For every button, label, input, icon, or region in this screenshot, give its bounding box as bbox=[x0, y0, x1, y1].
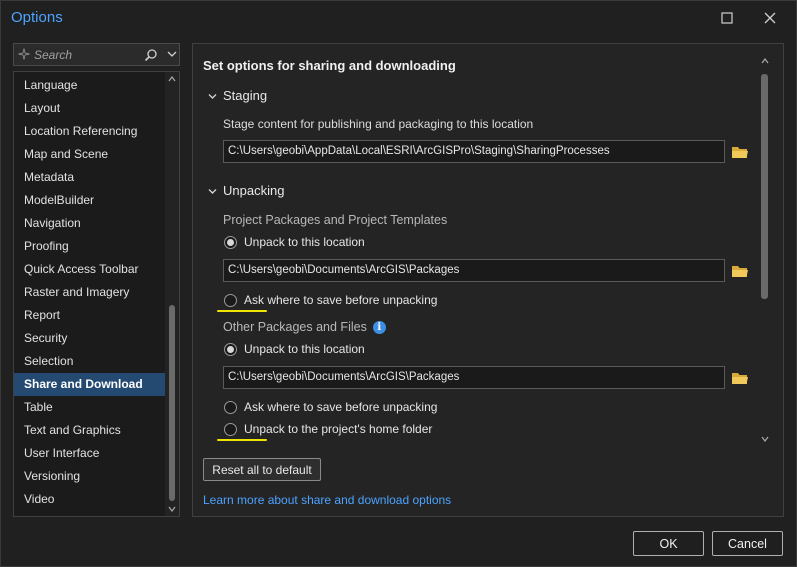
sidebar-scrollbar[interactable] bbox=[165, 72, 179, 516]
dialog-title: Options bbox=[11, 9, 63, 26]
sidebar-item-proofing[interactable]: Proofing bbox=[14, 235, 165, 258]
chevron-down-icon bbox=[208, 94, 217, 100]
scroll-down-icon[interactable] bbox=[168, 506, 176, 512]
ok-button[interactable]: OK bbox=[633, 531, 704, 556]
scroll-up-icon[interactable] bbox=[168, 76, 176, 82]
scroll-up-icon[interactable] bbox=[761, 58, 769, 64]
folder-icon[interactable] bbox=[731, 371, 749, 385]
other-home-folder-radio[interactable]: Unpack to the project's home folder bbox=[224, 421, 432, 437]
scroll-down-icon[interactable] bbox=[761, 436, 769, 442]
sidebar-item-selection[interactable]: Selection bbox=[14, 350, 165, 373]
search-icon[interactable] bbox=[144, 48, 158, 62]
radio-unselected[interactable] bbox=[224, 293, 237, 307]
unpacking-section-header[interactable]: Unpacking bbox=[208, 183, 284, 198]
maximize-button[interactable] bbox=[710, 5, 744, 31]
options-dialog: Options Language Layout Location Referen… bbox=[0, 0, 797, 567]
chevron-down-icon bbox=[208, 189, 217, 195]
search-input[interactable] bbox=[34, 46, 144, 63]
panel-scrollbar[interactable] bbox=[759, 56, 771, 446]
sidebar-item-map-and-scene[interactable]: Map and Scene bbox=[14, 143, 165, 166]
learn-more-link[interactable]: Learn more about share and download opti… bbox=[203, 493, 451, 507]
maximize-icon bbox=[721, 12, 733, 24]
sidebar-item-layout[interactable]: Layout bbox=[14, 97, 165, 120]
sidebar-item-raster-and-imagery[interactable]: Raster and Imagery bbox=[14, 281, 165, 304]
sidebar-item-text-and-graphics[interactable]: Text and Graphics bbox=[14, 419, 165, 442]
radio-unselected[interactable] bbox=[224, 422, 237, 436]
other-packages-label: Other Packages and Files i bbox=[223, 320, 386, 334]
highlight-underline bbox=[217, 439, 267, 441]
reset-all-button[interactable]: Reset all to default bbox=[203, 458, 321, 481]
cancel-button[interactable]: Cancel bbox=[712, 531, 783, 556]
project-packages-label: Project Packages and Project Templates bbox=[223, 213, 448, 227]
other-packages-label-text: Other Packages and Files bbox=[223, 320, 367, 334]
sidebar-item-location-referencing[interactable]: Location Referencing bbox=[14, 120, 165, 143]
staging-path-input[interactable]: C:\Users\geobi\AppData\Local\ESRI\ArcGIS… bbox=[223, 140, 725, 163]
staging-header-label: Staging bbox=[223, 88, 268, 103]
sidebar-item-language[interactable]: Language bbox=[14, 74, 165, 97]
options-panel: Set options for sharing and downloading … bbox=[192, 43, 784, 517]
other-ask-where-radio[interactable]: Ask where to save before unpacking bbox=[224, 399, 437, 415]
radio-label: Unpack to this location bbox=[244, 235, 365, 249]
close-icon bbox=[764, 12, 776, 24]
sidebar-item-user-interface[interactable]: User Interface bbox=[14, 442, 165, 465]
sparkle-icon bbox=[18, 48, 30, 60]
project-unpack-location-radio[interactable]: Unpack to this location bbox=[224, 234, 365, 250]
highlight-underline bbox=[217, 310, 267, 312]
staging-description: Stage content for publishing and packagi… bbox=[223, 117, 534, 131]
other-unpack-location-radio[interactable]: Unpack to this location bbox=[224, 341, 365, 357]
sidebar-item-share-and-download[interactable]: Share and Download bbox=[14, 373, 165, 396]
page-title: Set options for sharing and downloading bbox=[203, 58, 456, 73]
folder-icon[interactable] bbox=[731, 264, 749, 278]
sidebar-item-report[interactable]: Report bbox=[14, 304, 165, 327]
chevron-down-icon[interactable] bbox=[167, 50, 177, 58]
close-button[interactable] bbox=[753, 5, 787, 31]
radio-label: Unpack to this location bbox=[244, 342, 365, 356]
radio-label: Ask where to save before unpacking bbox=[244, 400, 438, 414]
other-packages-path-input[interactable]: C:\Users\geobi\Documents\ArcGIS\Packages bbox=[223, 366, 725, 389]
radio-selected[interactable] bbox=[224, 342, 237, 356]
project-ask-where-radio[interactable]: Ask where to save before unpacking bbox=[224, 292, 437, 308]
sidebar-item-security[interactable]: Security bbox=[14, 327, 165, 350]
panel-scroll-thumb[interactable] bbox=[761, 74, 768, 299]
sidebar-item-navigation[interactable]: Navigation bbox=[14, 212, 165, 235]
search-box[interactable] bbox=[13, 43, 180, 66]
sidebar-item-metadata[interactable]: Metadata bbox=[14, 166, 165, 189]
title-bar: Options bbox=[1, 1, 796, 35]
sidebar-item-versioning[interactable]: Versioning bbox=[14, 465, 165, 488]
info-icon[interactable]: i bbox=[372, 321, 386, 334]
sidebar-scroll-thumb[interactable] bbox=[169, 305, 175, 501]
radio-selected[interactable] bbox=[224, 235, 237, 249]
sidebar-item-modelbuilder[interactable]: ModelBuilder bbox=[14, 189, 165, 212]
unpacking-header-label: Unpacking bbox=[223, 183, 285, 198]
staging-section-header[interactable]: Staging bbox=[208, 88, 267, 103]
sidebar-item-quick-access-toolbar[interactable]: Quick Access Toolbar bbox=[14, 258, 165, 281]
folder-icon[interactable] bbox=[731, 145, 749, 159]
radio-label: Unpack to the project's home folder bbox=[244, 422, 433, 436]
options-category-list: Language Layout Location Referencing Map… bbox=[13, 71, 180, 517]
project-packages-path-input[interactable]: C:\Users\geobi\Documents\ArcGIS\Packages bbox=[223, 259, 725, 282]
radio-label: Ask where to save before unpacking bbox=[244, 293, 438, 307]
sidebar-item-table[interactable]: Table bbox=[14, 396, 165, 419]
sidebar-item-video[interactable]: Video bbox=[14, 488, 165, 511]
radio-unselected[interactable] bbox=[224, 400, 237, 414]
